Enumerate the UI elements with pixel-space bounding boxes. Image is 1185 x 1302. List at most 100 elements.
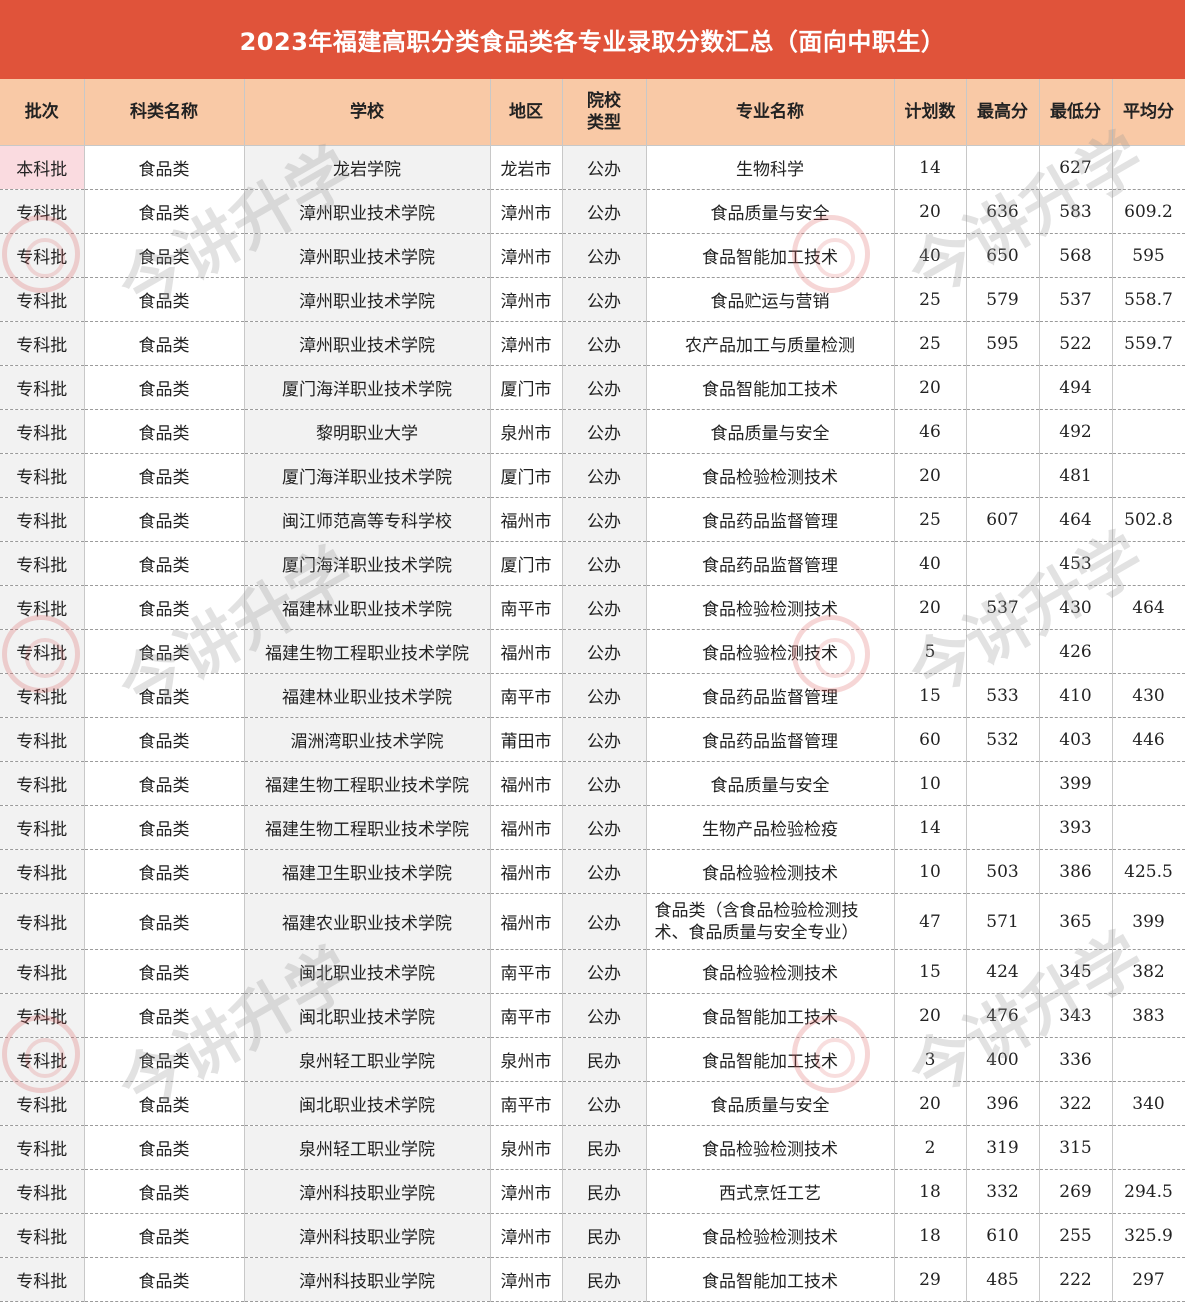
max-score-cell: 579 bbox=[966, 277, 1040, 322]
batch-cell: 专科批 bbox=[0, 629, 85, 674]
major-cell: 食品检验检测技术 bbox=[646, 453, 895, 498]
subject-category-cell: 食品类 bbox=[84, 321, 245, 366]
table-row: 本科批 食品类 龙岩学院 龙岩市 公办 生物科学 14 627 bbox=[0, 145, 1185, 190]
table-row: 专科批 食品类 福建生物工程职业技术学院 福州市 公办 生物产品检验检疫 14 393 bbox=[0, 805, 1185, 850]
subject-category-cell: 食品类 bbox=[84, 1257, 245, 1302]
region-cell: 福州市 bbox=[490, 761, 563, 806]
header-plan-count: 计划数 bbox=[894, 79, 967, 146]
batch-cell: 专科批 bbox=[0, 949, 85, 994]
school-type-cell: 公办 bbox=[562, 893, 647, 950]
avg-score-cell: 502.8 bbox=[1112, 497, 1185, 542]
subject-category-cell: 食品类 bbox=[84, 497, 245, 542]
min-score-cell: 410 bbox=[1039, 673, 1113, 718]
school-type-cell: 民办 bbox=[562, 1257, 647, 1302]
min-score-cell: 568 bbox=[1039, 233, 1113, 278]
major-cell: 食品检验检测技术 bbox=[646, 585, 895, 630]
plan-count-cell: 15 bbox=[894, 949, 967, 994]
table-row: 专科批 食品类 厦门海洋职业技术学院 厦门市 公办 食品智能加工技术 20 494 bbox=[0, 365, 1185, 410]
school-cell: 闽北职业技术学院 bbox=[244, 1081, 491, 1126]
header-avg-score: 平均分 bbox=[1112, 79, 1185, 146]
major-cell: 农产品加工与质量检测 bbox=[646, 321, 895, 366]
batch-cell: 专科批 bbox=[0, 673, 85, 718]
school-cell: 福建农业职业技术学院 bbox=[244, 893, 491, 950]
school-cell: 福建生物工程职业技术学院 bbox=[244, 805, 491, 850]
batch-cell: 专科批 bbox=[0, 233, 85, 278]
avg-score-cell: 558.7 bbox=[1112, 277, 1185, 322]
avg-score-cell bbox=[1112, 761, 1185, 806]
plan-count-cell: 14 bbox=[894, 805, 967, 850]
region-cell: 漳州市 bbox=[490, 189, 563, 234]
region-cell: 漳州市 bbox=[490, 233, 563, 278]
school-cell: 福建生物工程职业技术学院 bbox=[244, 629, 491, 674]
school-cell: 厦门海洋职业技术学院 bbox=[244, 453, 491, 498]
school-cell: 泉州轻工职业学院 bbox=[244, 1037, 491, 1082]
subject-category-cell: 食品类 bbox=[84, 849, 245, 894]
region-cell: 南平市 bbox=[490, 993, 563, 1038]
batch-cell: 专科批 bbox=[0, 1037, 85, 1082]
avg-score-cell bbox=[1112, 1125, 1185, 1170]
subject-category-cell: 食品类 bbox=[84, 805, 245, 850]
region-cell: 泉州市 bbox=[490, 1125, 563, 1170]
region-cell: 福州市 bbox=[490, 805, 563, 850]
table-row: 专科批 食品类 漳州职业技术学院 漳州市 公办 食品贮运与营销 25 579 537 558.7 bbox=[0, 277, 1185, 322]
plan-count-cell: 5 bbox=[894, 629, 967, 674]
region-cell: 厦门市 bbox=[490, 453, 563, 498]
major-cell: 食品药品监督管理 bbox=[646, 541, 895, 586]
min-score-cell: 343 bbox=[1039, 993, 1113, 1038]
major-cell: 食品智能加工技术 bbox=[646, 365, 895, 410]
school-cell: 闽北职业技术学院 bbox=[244, 993, 491, 1038]
table-row: 专科批 食品类 湄洲湾职业技术学院 莆田市 公办 食品药品监督管理 60 532 403 446 bbox=[0, 717, 1185, 762]
school-type-cell: 公办 bbox=[562, 1081, 647, 1126]
admission-score-table: 批次 科类名称 学校 地区 院校 类型 专业名称 计划数 最高分 最低分 平均分… bbox=[0, 79, 1185, 1302]
min-score-cell: 522 bbox=[1039, 321, 1113, 366]
subject-category-cell: 食品类 bbox=[84, 189, 245, 234]
region-cell: 南平市 bbox=[490, 949, 563, 994]
min-score-cell: 315 bbox=[1039, 1125, 1113, 1170]
major-cell: 食品药品监督管理 bbox=[646, 717, 895, 762]
max-score-cell: 650 bbox=[966, 233, 1040, 278]
max-score-cell: 485 bbox=[966, 1257, 1040, 1302]
batch-cell: 专科批 bbox=[0, 1081, 85, 1126]
major-cell: 食品智能加工技术 bbox=[646, 233, 895, 278]
subject-category-cell: 食品类 bbox=[84, 1213, 245, 1258]
plan-count-cell: 47 bbox=[894, 893, 967, 950]
major-cell: 食品药品监督管理 bbox=[646, 497, 895, 542]
major-cell: 食品检验检测技术 bbox=[646, 949, 895, 994]
region-cell: 南平市 bbox=[490, 673, 563, 718]
min-score-cell: 336 bbox=[1039, 1037, 1113, 1082]
school-cell: 福建卫生职业技术学院 bbox=[244, 849, 491, 894]
min-score-cell: 453 bbox=[1039, 541, 1113, 586]
max-score-cell: 532 bbox=[966, 717, 1040, 762]
school-cell: 漳州职业技术学院 bbox=[244, 189, 491, 234]
table-row: 专科批 食品类 福建林业职业技术学院 南平市 公办 食品药品监督管理 15 533 410 430 bbox=[0, 673, 1185, 718]
min-score-cell: 492 bbox=[1039, 409, 1113, 454]
subject-category-cell: 食品类 bbox=[84, 949, 245, 994]
avg-score-cell: 297 bbox=[1112, 1257, 1185, 1302]
school-type-cell: 民办 bbox=[562, 1213, 647, 1258]
region-cell: 龙岩市 bbox=[490, 145, 563, 190]
avg-score-cell: 609.2 bbox=[1112, 189, 1185, 234]
subject-category-cell: 食品类 bbox=[84, 585, 245, 630]
max-score-cell: 332 bbox=[966, 1169, 1040, 1214]
region-cell: 南平市 bbox=[490, 585, 563, 630]
school-cell: 福建生物工程职业技术学院 bbox=[244, 761, 491, 806]
plan-count-cell: 15 bbox=[894, 673, 967, 718]
major-cell: 食品质量与安全 bbox=[646, 1081, 895, 1126]
school-type-cell: 公办 bbox=[562, 189, 647, 234]
avg-score-cell: 559.7 bbox=[1112, 321, 1185, 366]
header-school-type-label: 院校 类型 bbox=[587, 91, 621, 133]
subject-category-cell: 食品类 bbox=[84, 893, 245, 950]
school-cell: 龙岩学院 bbox=[244, 145, 491, 190]
max-score-cell: 319 bbox=[966, 1125, 1040, 1170]
school-type-cell: 公办 bbox=[562, 453, 647, 498]
plan-count-cell: 25 bbox=[894, 321, 967, 366]
min-score-cell: 322 bbox=[1039, 1081, 1113, 1126]
school-cell: 泉州轻工职业学院 bbox=[244, 1125, 491, 1170]
table-row: 专科批 食品类 黎明职业大学 泉州市 公办 食品质量与安全 46 492 bbox=[0, 409, 1185, 454]
school-type-cell: 公办 bbox=[562, 629, 647, 674]
table-row: 专科批 食品类 泉州轻工职业学院 泉州市 民办 食品智能加工技术 3 400 336 bbox=[0, 1037, 1185, 1082]
batch-cell: 专科批 bbox=[0, 497, 85, 542]
major-cell: 食品检验检测技术 bbox=[646, 1213, 895, 1258]
avg-score-cell: 340 bbox=[1112, 1081, 1185, 1126]
max-score-cell bbox=[966, 365, 1040, 410]
